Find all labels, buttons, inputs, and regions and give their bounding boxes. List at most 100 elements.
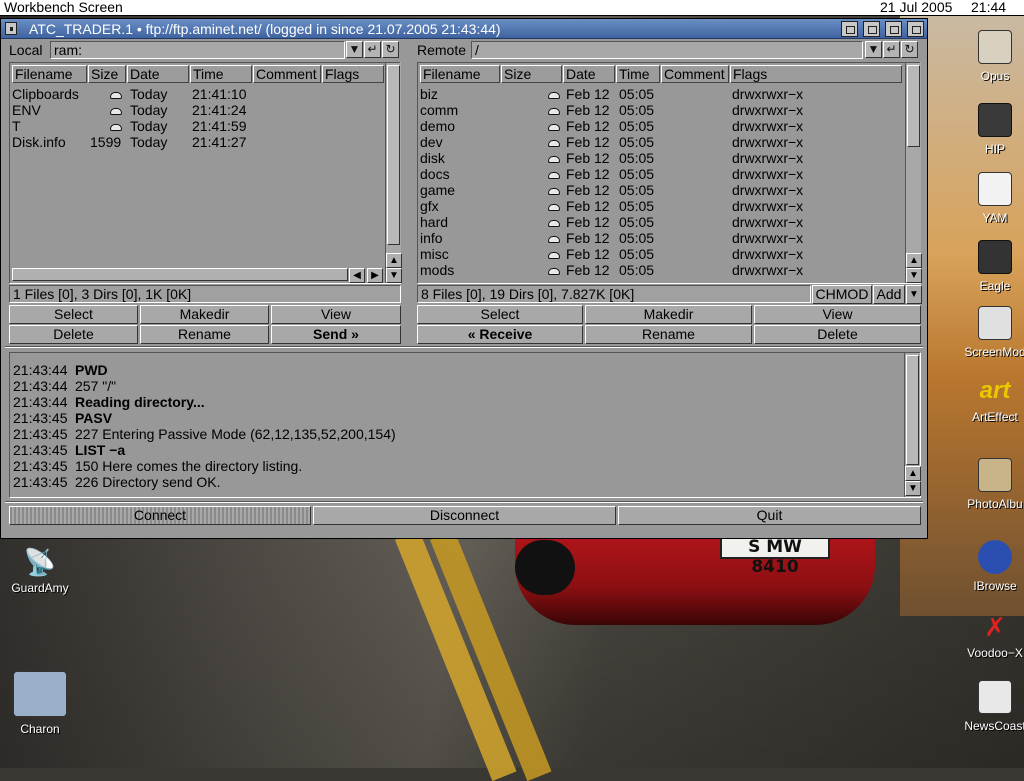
local-col-date[interactable]: Date [127,65,189,83]
scroll-down-icon[interactable]: ▼ [906,268,922,283]
depth-gadget-icon[interactable] [885,21,902,37]
log-vscroll[interactable]: ▲ ▼ [904,353,921,497]
file-flags: drwxrwxr−x [732,102,804,118]
divider [5,501,923,503]
local-path-field[interactable]: ram: [50,41,345,59]
remote-dropdown-icon[interactable]: ▼ [865,41,882,58]
list-item[interactable]: demo Feb 12 05:05 drwxrwxr−x [420,118,904,134]
list-item[interactable]: misc Feb 12 05:05 drwxrwxr−x [420,246,904,262]
local-delete-button[interactable]: Delete [9,325,138,344]
log-scroll-knob[interactable] [906,355,919,465]
desktop-icon-voodoo[interactable]: ✗ Voodoo−X [955,610,1024,660]
iconify-gadget-icon[interactable] [841,21,858,37]
local-col-flags[interactable]: Flags [322,65,384,83]
list-item[interactable]: gfx Feb 12 05:05 drwxrwxr−x [420,198,904,214]
list-item[interactable]: comm Feb 12 05:05 drwxrwxr−x [420,102,904,118]
desktop-icon-hip[interactable]: HIP [955,103,1024,156]
list-item[interactable]: mods Feb 12 05:05 drwxrwxr−x [420,262,904,278]
send-button[interactable]: Send » [271,325,401,344]
list-item[interactable]: info Feb 12 05:05 drwxrwxr−x [420,230,904,246]
local-scroll-knob[interactable] [387,65,400,245]
scroll-down-icon[interactable]: ▼ [905,481,921,496]
log-panel[interactable]: 21:43:44 PWD 21:43:44 257 "/" 21:43:44 Readin… [9,352,921,498]
remote-delete-button[interactable]: Delete [754,325,921,344]
desktop-icon-ibrowse[interactable]: IBrowse [955,540,1024,593]
zoom-gadget-icon[interactable] [863,21,880,37]
list-item[interactable]: T Today 21:41:59 [12,118,386,134]
local-makedir-button[interactable]: Makedir [140,305,269,324]
remote-col-time[interactable]: Time [616,65,660,83]
local-col-time[interactable]: Time [190,65,252,83]
connect-button[interactable]: Connect [9,506,311,525]
file-name: disk [420,150,445,166]
desktop-icon-newscoaster[interactable]: NewsCoast [955,680,1024,733]
scroll-up-icon[interactable]: ▲ [905,466,921,481]
window-title-bar[interactable]: ATC_TRADER.1 • ftp://ftp.aminet.net/ (lo… [1,19,927,39]
local-file-list[interactable]: Filename Size Date Time Comment Flags Cl… [9,62,402,284]
local-vscroll[interactable]: ▲ ▼ [385,63,402,283]
local-col-size[interactable]: Size [88,65,126,83]
scroll-up-icon[interactable]: ▲ [906,253,922,268]
desktop-icon-eagle[interactable]: Eagle [955,240,1024,293]
local-hscroll-knob[interactable] [12,268,348,281]
list-item[interactable]: ENV Today 21:41:24 [12,102,386,118]
scroll-right-icon[interactable]: ▶ [367,268,383,283]
local-select-button[interactable]: Select [9,305,138,324]
remote-parent-icon[interactable]: ↵ [883,41,900,58]
local-view-button[interactable]: View [271,305,401,324]
remote-refresh-icon[interactable]: ↻ [901,41,918,58]
remote-col-size[interactable]: Size [501,65,562,83]
receive-button[interactable]: « Receive [417,325,583,344]
quit-button[interactable]: Quit [618,506,921,525]
list-item[interactable]: biz Feb 12 05:05 drwxrwxr−x [420,86,904,102]
remote-col-filename[interactable]: Filename [420,65,500,83]
local-refresh-icon[interactable]: ↻ [382,41,399,58]
list-item[interactable]: Clipboards Today 21:41:10 [12,86,386,102]
file-flags: drwxrwxr−x [732,230,804,246]
scroll-down-icon[interactable]: ▼ [386,268,402,283]
list-item[interactable]: hard Feb 12 05:05 drwxrwxr−x [420,214,904,230]
disconnect-button[interactable]: Disconnect [313,506,616,525]
folder-icon [548,198,560,214]
local-col-filename[interactable]: Filename [12,65,87,83]
remote-col-flags[interactable]: Flags [730,65,902,83]
scroll-up-icon[interactable]: ▲ [386,253,402,268]
chmod-button[interactable]: CHMOD [812,285,872,304]
file-name: comm [420,102,459,118]
add-dropdown-icon[interactable]: ▼ [906,285,922,304]
file-name: demo [420,118,456,134]
desktop-icon-yam[interactable]: YAM [955,172,1024,225]
depth-back-gadget-icon[interactable] [907,21,924,37]
list-item[interactable]: game Feb 12 05:05 drwxrwxr−x [420,182,904,198]
list-item[interactable]: disk Feb 12 05:05 drwxrwxr−x [420,150,904,166]
desktop-icon-opus[interactable]: Opus [955,30,1024,83]
desktop-icon-screenmode[interactable]: ScreenMod [955,306,1024,359]
add-button[interactable]: Add [873,285,905,304]
remote-makedir-button[interactable]: Makedir [585,305,752,324]
remote-file-list[interactable]: Filename Size Date Time Comment Flags bi… [417,62,922,284]
remote-vscroll[interactable]: ▲ ▼ [905,63,922,283]
file-name: biz [420,86,438,102]
remote-select-button[interactable]: Select [417,305,583,324]
remote-view-button[interactable]: View [754,305,921,324]
remote-rename-button[interactable]: Rename [585,325,752,344]
file-flags: drwxrwxr−x [732,198,804,214]
local-col-comment[interactable]: Comment [253,65,321,83]
workbench-title-bar[interactable]: Workbench Screen 21 Jul 2005 21:44 [0,0,1024,16]
remote-scroll-knob[interactable] [907,65,920,147]
desktop-icon-arteffect[interactable]: art ArtEffect [955,374,1024,424]
desktop-icon-charon[interactable]: Charon [0,671,80,736]
remote-path-field[interactable]: / [471,41,863,59]
local-dropdown-icon[interactable]: ▼ [346,41,363,58]
list-item[interactable]: dev Feb 12 05:05 drwxrwxr−x [420,134,904,150]
scroll-left-icon[interactable]: ◀ [349,268,365,283]
desktop-icon-photoalbum[interactable]: PhotoAlbu [955,458,1024,511]
list-item[interactable]: Disk.info 1599 Today 21:41:27 [12,134,386,150]
list-item[interactable]: docs Feb 12 05:05 drwxrwxr−x [420,166,904,182]
desktop-icon-guardamy[interactable]: 📡 GuardAmy [0,545,80,595]
local-rename-button[interactable]: Rename [140,325,269,344]
close-gadget-icon[interactable] [5,22,17,35]
local-parent-icon[interactable]: ↵ [364,41,381,58]
remote-col-comment[interactable]: Comment [661,65,729,83]
remote-col-date[interactable]: Date [563,65,615,83]
